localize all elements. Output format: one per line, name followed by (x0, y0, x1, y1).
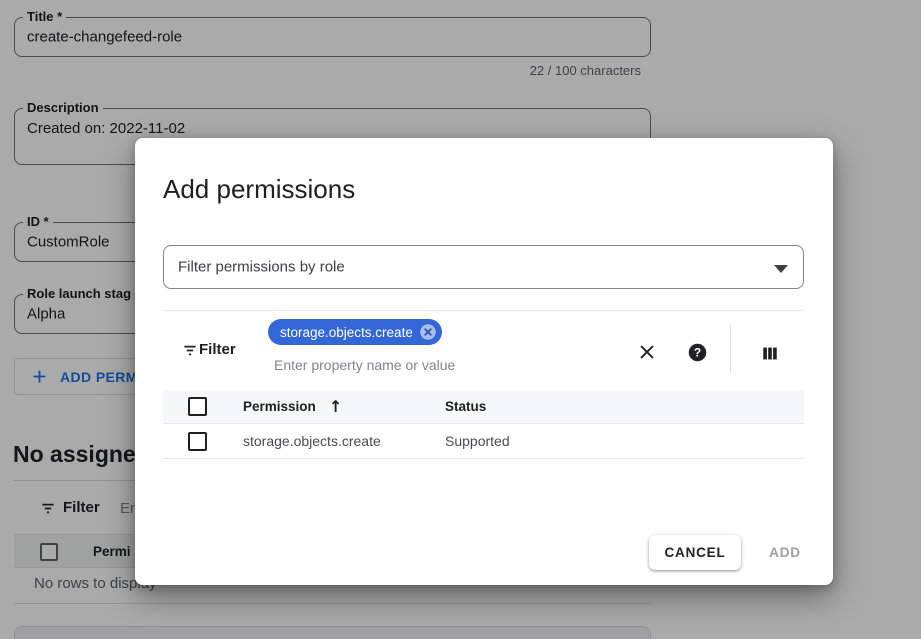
filter-icon (181, 342, 199, 364)
column-display-options-icon[interactable] (759, 342, 781, 364)
filter-section-divider (163, 310, 804, 311)
select-all-checkbox[interactable] (188, 397, 207, 416)
permission-column-header[interactable]: Permission (243, 399, 316, 414)
chevron-down-icon (774, 265, 788, 273)
row-checkbox[interactable] (188, 432, 207, 451)
sort-ascending-icon[interactable]: ↑ (329, 397, 342, 416)
filter-chip-label: storage.objects.create (280, 325, 413, 340)
row-status-cell: Supported (445, 433, 510, 449)
add-button[interactable]: ADD (761, 535, 809, 570)
add-permissions-dialog: Add permissions Filter permissions by ro… (135, 138, 833, 585)
chip-remove-icon[interactable] (419, 323, 437, 341)
row-permission-cell: storage.objects.create (243, 433, 381, 449)
status-column-header[interactable]: Status (445, 399, 486, 414)
dialog-table-header: Permission ↑ Status (163, 390, 804, 424)
cancel-button[interactable]: CANCEL (649, 535, 741, 570)
create-role-page: Title * create-changefeed-role 22 / 100 … (0, 0, 921, 639)
toolbar-divider (730, 325, 731, 373)
role-select-placeholder: Filter permissions by role (178, 259, 345, 276)
dialog-title: Add permissions (163, 174, 355, 205)
clear-filter-icon[interactable] (636, 341, 658, 363)
filter-chip[interactable]: storage.objects.create (268, 319, 442, 345)
help-icon[interactable]: ? (686, 341, 708, 363)
filter-permissions-by-role-select[interactable]: Filter permissions by role (163, 245, 804, 289)
help-glyph: ? (693, 345, 700, 359)
dialog-filter-label: Filter (199, 341, 236, 358)
table-row[interactable]: storage.objects.create Supported (163, 424, 804, 459)
dialog-filter-input[interactable]: Enter property name or value (274, 357, 455, 373)
